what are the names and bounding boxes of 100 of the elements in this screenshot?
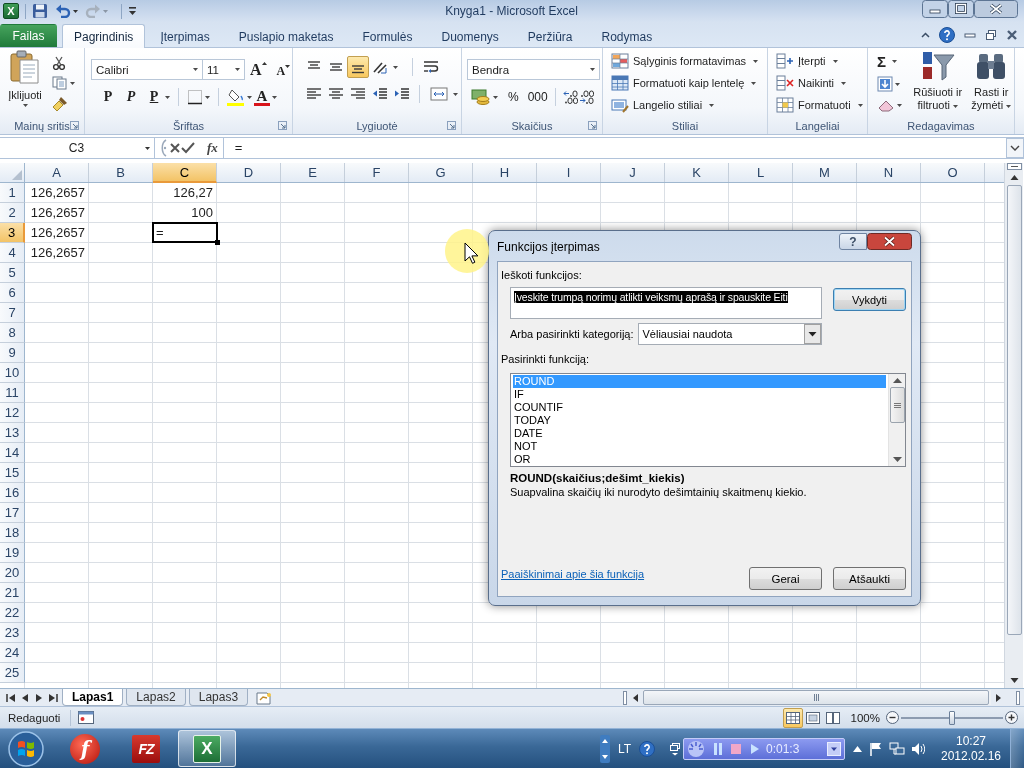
corner-arrow-icon[interactable] <box>447 121 456 130</box>
split-box-icon[interactable] <box>1006 163 1022 170</box>
row-header[interactable]: 23 <box>0 623 25 643</box>
row-header[interactable]: 8 <box>0 323 25 343</box>
column-header[interactable]: I <box>537 163 601 182</box>
speaker-icon[interactable] <box>911 741 925 756</box>
taskbar-button[interactable]: X <box>178 730 236 767</box>
minimize-icon[interactable] <box>922 0 948 18</box>
up-arrow-icon[interactable] <box>892 377 902 383</box>
row-header[interactable]: 4 <box>0 243 25 263</box>
row-header[interactable]: 1 <box>0 183 25 203</box>
column-header[interactable]: M <box>793 163 857 182</box>
row-header[interactable]: 17 <box>0 503 25 523</box>
number-format-field[interactable]: Bendra <box>467 59 600 80</box>
percent-button[interactable]: % <box>508 90 519 104</box>
floppy-icon[interactable] <box>32 3 48 19</box>
slider-thumb[interactable] <box>949 710 955 725</box>
row-header[interactable]: 25 <box>0 663 25 683</box>
grow-font-button[interactable]: A <box>250 60 267 79</box>
column-header[interactable]: F <box>345 163 409 182</box>
column-header[interactable]: O <box>921 163 985 182</box>
checkmark-icon[interactable] <box>181 142 195 154</box>
decimal-increase-icon[interactable] <box>562 90 579 104</box>
column-header[interactable]: C <box>153 163 217 183</box>
column-header[interactable]: D <box>217 163 281 182</box>
ribbon-command[interactable]: Formatuoti <box>776 95 863 115</box>
dialog-button[interactable]: Atšaukti <box>833 567 906 590</box>
scroll-thumb[interactable] <box>889 387 905 423</box>
list-item[interactable]: IF <box>513 388 886 401</box>
italic-button[interactable]: P <box>122 89 140 105</box>
go-button[interactable]: Vykdyti <box>833 288 906 311</box>
close-icon[interactable] <box>867 233 912 250</box>
ribbon-command[interactable]: Naikinti <box>776 73 847 93</box>
underline-button[interactable]: P <box>145 89 163 105</box>
fill-down-icon[interactable] <box>877 76 893 92</box>
row-header[interactable]: 9 <box>0 343 25 363</box>
restore-icon[interactable] <box>985 28 997 41</box>
dropdown-icon[interactable] <box>827 741 841 756</box>
category-dropdown[interactable]: Vėliausiai naudota <box>637 323 822 345</box>
scroll-thumb[interactable] <box>1006 185 1022 635</box>
help-icon[interactable] <box>939 26 955 43</box>
column-header[interactable]: A <box>25 163 89 182</box>
thousands-button[interactable]: 000 <box>527 90 548 104</box>
row-header[interactable]: 6 <box>0 283 25 303</box>
corner-arrow-icon[interactable] <box>278 121 287 130</box>
insert-function-button[interactable]: fx <box>205 140 220 156</box>
brush-icon[interactable] <box>52 96 68 112</box>
restore-small-icon[interactable] <box>669 741 681 756</box>
zoom-in-icon[interactable] <box>1005 711 1018 724</box>
ribbon-tab[interactable]: Pagrindinis <box>62 24 146 48</box>
list-item[interactable]: OR <box>513 453 886 466</box>
row-header[interactable]: 21 <box>0 583 25 603</box>
eraser-icon[interactable] <box>877 98 895 112</box>
corner-arrow-icon[interactable] <box>70 121 79 130</box>
row-header[interactable]: 18 <box>0 523 25 543</box>
sheet-tab[interactable]: Lapas3 <box>188 689 249 706</box>
fill-handle-icon[interactable] <box>215 240 220 245</box>
row-header[interactable]: 5 <box>0 263 25 283</box>
bold-button[interactable]: P <box>99 89 117 105</box>
ribbon-command[interactable]: Sąlyginis formatavimas <box>611 51 759 71</box>
sort-filter-button[interactable]: Rūšiuoti ir filtruoti <box>908 51 968 112</box>
list-item[interactable]: COUNTIF <box>513 401 886 414</box>
network-icon[interactable] <box>889 741 905 756</box>
spreadsheet-cell[interactable]: 126,2657 <box>25 183 89 203</box>
sheet-tab[interactable]: Lapas2 <box>126 689 186 706</box>
chevron-down-icon[interactable] <box>1006 138 1024 158</box>
cancel-x-icon[interactable] <box>169 142 181 154</box>
paste-button[interactable]: Įklijuoti <box>2 50 48 107</box>
triangle-up-icon[interactable] <box>853 745 862 752</box>
help-link[interactable]: Paaiškinimai apie šia funkcija <box>501 567 645 580</box>
ribbon-tab[interactable]: Duomenys <box>427 25 513 47</box>
decimal-decrease-icon[interactable] <box>578 90 595 104</box>
chevron-up-icon[interactable] <box>921 31 930 38</box>
row-header[interactable]: 19 <box>0 543 25 563</box>
sheet-tab[interactable]: Lapas1 <box>62 689 124 706</box>
list-item[interactable]: TODAY <box>513 414 886 427</box>
align-bottom-icon[interactable] <box>347 56 369 78</box>
spinner-icon[interactable] <box>687 739 705 758</box>
ribbon-command[interactable]: Formatuoti kaip lentelę <box>611 73 757 93</box>
grip-icon[interactable] <box>159 139 169 157</box>
taskbar-button[interactable]: FZ <box>117 730 175 767</box>
row-header[interactable]: 24 <box>0 643 25 663</box>
flag-orb-icon[interactable] <box>6 729 46 768</box>
spreadsheet-cell[interactable]: 126,27 <box>153 183 217 203</box>
row-header[interactable]: 7 <box>0 303 25 323</box>
undo-arrow-icon[interactable] <box>55 4 71 18</box>
zoom-level[interactable]: 100% <box>850 711 880 724</box>
dialog-button[interactable]: Gerai <box>749 567 822 590</box>
zoom-out-icon[interactable] <box>886 711 899 724</box>
font-name-field[interactable]: Calibri <box>91 59 203 80</box>
spreadsheet-cell[interactable]: 126,2657 <box>25 223 89 243</box>
font-size-field[interactable]: 11 <box>203 59 245 80</box>
row-header[interactable]: 10 <box>0 363 25 383</box>
ribbon-tab[interactable]: Formulės <box>348 25 427 47</box>
help-icon[interactable] <box>639 740 655 757</box>
play-icon[interactable] <box>751 743 759 754</box>
row-header[interactable]: 14 <box>0 443 25 463</box>
help-button[interactable]: ? <box>839 233 867 250</box>
row-header[interactable]: 13 <box>0 423 25 443</box>
row-header[interactable]: 12 <box>0 403 25 423</box>
